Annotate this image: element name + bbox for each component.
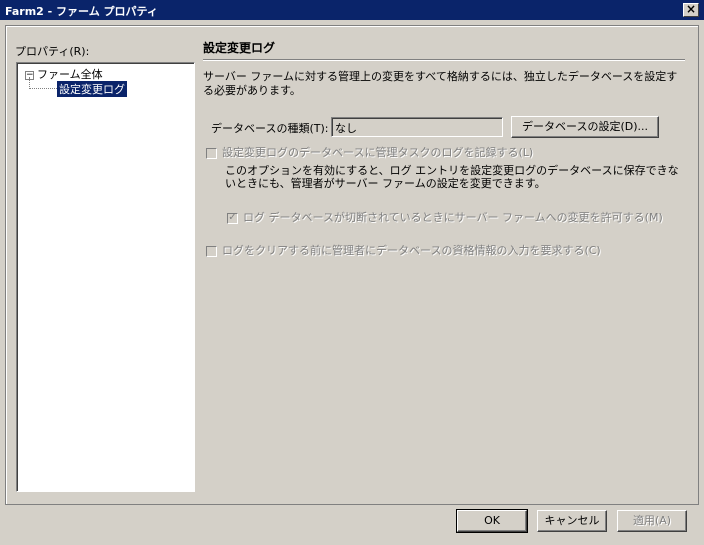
- ok-button[interactable]: OK: [456, 509, 528, 533]
- apply-button[interactable]: 適用(A): [617, 510, 687, 532]
- tree-item-farm[interactable]: − ファーム全体: [25, 66, 103, 82]
- title-bar: Farm2 - ファーム プロパティ ×: [0, 0, 704, 20]
- allow-changes-label: ログ データベースが切断されているときにサーバー ファームへの変更を許可する(M…: [243, 211, 663, 224]
- require-credentials-checkbox[interactable]: [206, 245, 217, 257]
- option-note: このオプションを有効にすると、ログ エントリを設定変更ログのデータベースに保存で…: [225, 164, 679, 190]
- require-credentials-label: ログをクリアする前に管理者にデータベースの資格情報の入力を要求する(C): [222, 244, 601, 257]
- tree-connector: [29, 88, 57, 89]
- section-divider: [203, 59, 685, 61]
- require-credentials-option[interactable]: ログをクリアする前に管理者にデータベースの資格情報の入力を要求する(C): [206, 242, 601, 258]
- close-icon: ×: [685, 2, 697, 16]
- db-type-label: データベースの種類(T):: [211, 122, 329, 135]
- tree-item-farm-label: ファーム全体: [37, 68, 103, 81]
- close-button[interactable]: ×: [683, 3, 699, 17]
- db-type-field: なし: [331, 117, 503, 137]
- db-settings-button[interactable]: データベースの設定(D)...: [511, 116, 659, 138]
- properties-tree[interactable]: − ファーム全体 設定変更ログ: [16, 62, 195, 492]
- allow-changes-option[interactable]: ✓ ログ データベースが切断されているときにサーバー ファームへの変更を許可する(…: [227, 209, 663, 225]
- cancel-button[interactable]: キャンセル: [537, 510, 607, 532]
- description-text: サーバー ファームに対する管理上の変更をすべて格納するには、独立したデータベース…: [203, 70, 678, 97]
- window-title: Farm2 - ファーム プロパティ: [5, 5, 158, 18]
- log-admin-tasks-option[interactable]: 設定変更ログのデータベースに管理タスクのログを記録する(L): [206, 144, 533, 160]
- allow-changes-checkbox[interactable]: ✓: [227, 211, 238, 224]
- properties-label: プロパティ(R):: [15, 45, 90, 58]
- tree-item-change-log[interactable]: 設定変更ログ: [57, 81, 127, 97]
- section-title: 設定変更ログ: [203, 41, 276, 55]
- log-admin-tasks-checkbox[interactable]: [206, 147, 217, 159]
- checkmark-icon: ✓: [228, 211, 237, 223]
- log-admin-tasks-label: 設定変更ログのデータベースに管理タスクのログを記録する(L): [222, 146, 534, 159]
